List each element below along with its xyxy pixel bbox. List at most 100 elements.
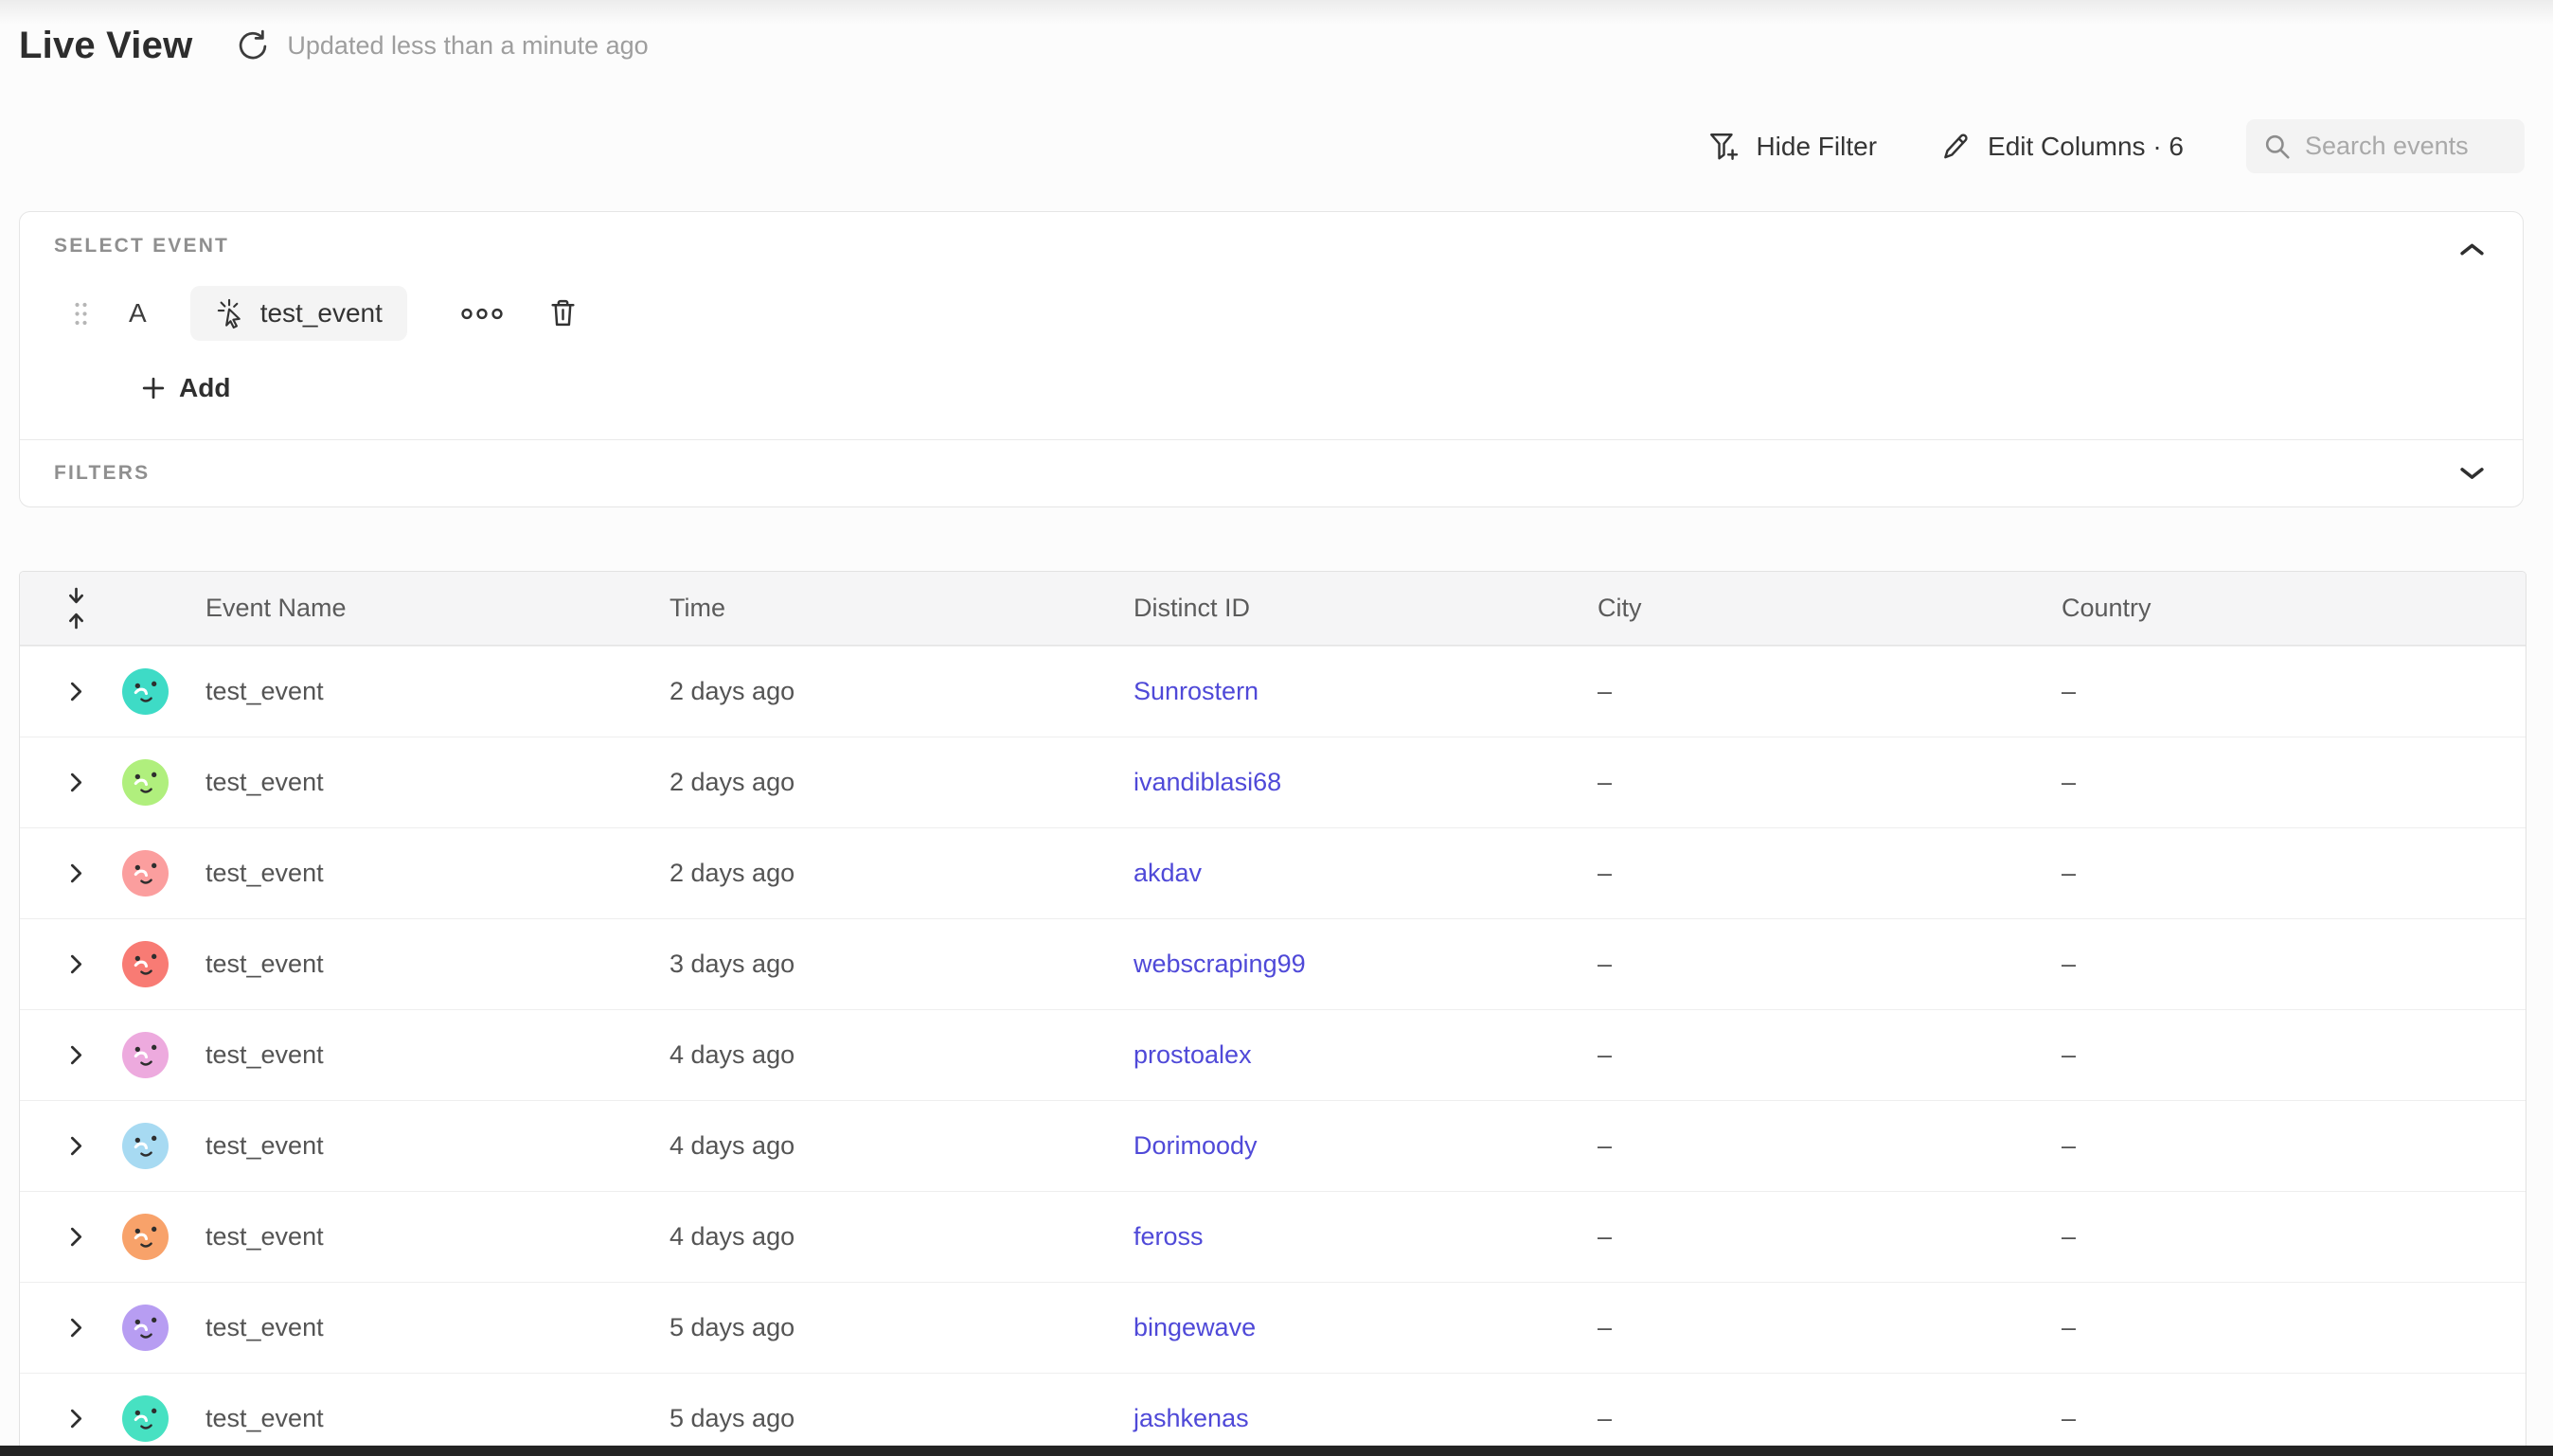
distinct-id-link[interactable]: webscraping99: [1134, 950, 1598, 979]
hide-filter-button[interactable]: Hide Filter: [1707, 131, 1877, 163]
refresh-button[interactable]: [234, 27, 272, 65]
time-cell: 2 days ago: [669, 677, 1134, 706]
city-cell: –: [1598, 1313, 2062, 1342]
table-row: test_event 2 days ago ivandiblasi68 – –: [20, 737, 2526, 827]
chevron-right-icon: [69, 1044, 83, 1066]
table-row: test_event 4 days ago feross – –: [20, 1191, 2526, 1282]
expand-row-button[interactable]: [63, 1129, 89, 1163]
page-title: Live View: [19, 25, 192, 67]
avatar[interactable]: [107, 1395, 205, 1442]
filters-section: FILTERS: [20, 440, 2523, 506]
expand-row-button[interactable]: [63, 1220, 89, 1253]
table-row: test_event 2 days ago akdav – –: [20, 827, 2526, 918]
time-cell: 2 days ago: [669, 768, 1134, 797]
pencil-icon: [1939, 131, 1972, 163]
page-header: Live View Updated less than a minute ago: [19, 25, 649, 67]
country-cell: –: [2062, 859, 2526, 888]
expand-row-button[interactable]: [63, 1402, 89, 1435]
query-builder-panel: SELECT EVENT A: [19, 211, 2524, 507]
hide-filter-label: Hide Filter: [1756, 132, 1877, 162]
distinct-id-link[interactable]: akdav: [1134, 859, 1598, 888]
time-cell: 2 days ago: [669, 859, 1134, 888]
event-name-cell: test_event: [205, 1313, 669, 1342]
distinct-id-link[interactable]: prostoalex: [1134, 1040, 1598, 1070]
avatar[interactable]: [107, 941, 205, 987]
select-event-section: SELECT EVENT A: [20, 212, 2523, 439]
country-cell: –: [2062, 1313, 2526, 1342]
event-name-cell: test_event: [205, 677, 669, 706]
city-cell: –: [1598, 1404, 2062, 1433]
event-more-menu-button[interactable]: [460, 307, 504, 321]
event-name-cell: test_event: [205, 1131, 669, 1161]
avatar[interactable]: [107, 1305, 205, 1351]
drag-handle[interactable]: [73, 301, 89, 327]
chevron-right-icon: [69, 772, 83, 793]
edit-columns-label: Edit Columns · 6: [1988, 132, 2184, 162]
table-row: test_event 3 days ago webscraping99 – –: [20, 918, 2526, 1009]
click-cursor-icon: [215, 298, 246, 329]
toolbar: Hide Filter Edit Columns · 6: [1707, 119, 2525, 173]
expand-row-button[interactable]: [63, 948, 89, 981]
time-cell: 5 days ago: [669, 1313, 1134, 1342]
add-event-button[interactable]: Add: [142, 373, 230, 403]
distinct-id-link[interactable]: Dorimoody: [1134, 1131, 1598, 1161]
city-cell: –: [1598, 1222, 2062, 1252]
collapse-all-rows-button[interactable]: [63, 587, 89, 630]
plus-icon: [142, 377, 165, 400]
column-header-city[interactable]: City: [1598, 594, 2062, 623]
avatar[interactable]: [107, 759, 205, 806]
refresh-icon: [235, 28, 271, 64]
events-table: Event Name Time Distinct ID City Country…: [19, 571, 2526, 1456]
collapse-rows-icon: [63, 587, 89, 630]
avatar[interactable]: [107, 1032, 205, 1078]
city-cell: –: [1598, 677, 2062, 706]
delete-event-button[interactable]: [549, 298, 577, 328]
column-header-time[interactable]: Time: [669, 594, 1134, 623]
distinct-id-link[interactable]: feross: [1134, 1222, 1598, 1252]
search-events-input[interactable]: [2305, 132, 2494, 161]
expand-row-button[interactable]: [63, 1311, 89, 1344]
column-header-distinct-id[interactable]: Distinct ID: [1134, 594, 1598, 623]
event-name-cell: test_event: [205, 1040, 669, 1070]
edit-columns-button[interactable]: Edit Columns · 6: [1939, 131, 2184, 163]
expand-row-button[interactable]: [63, 675, 89, 708]
avatar[interactable]: [107, 1214, 205, 1260]
table-header-row: Event Name Time Distinct ID City Country: [20, 572, 2526, 646]
event-name-cell: test_event: [205, 1404, 669, 1433]
country-cell: –: [2062, 677, 2526, 706]
expand-filters-button[interactable]: [2459, 467, 2485, 481]
table-row: test_event 5 days ago jashkenas – –: [20, 1373, 2526, 1456]
expand-row-button[interactable]: [63, 766, 89, 799]
distinct-id-link[interactable]: bingewave: [1134, 1313, 1598, 1342]
column-header-event-name[interactable]: Event Name: [205, 594, 669, 623]
search-icon: [2263, 133, 2292, 161]
chevron-right-icon: [69, 1408, 83, 1429]
time-cell: 4 days ago: [669, 1222, 1134, 1252]
distinct-id-link[interactable]: ivandiblasi68: [1134, 768, 1598, 797]
event-pill-label: test_event: [260, 298, 383, 328]
city-cell: –: [1598, 1040, 2062, 1070]
column-header-country[interactable]: Country: [2062, 594, 2526, 623]
time-cell: 4 days ago: [669, 1131, 1134, 1161]
city-cell: –: [1598, 768, 2062, 797]
time-cell: 3 days ago: [669, 950, 1134, 979]
distinct-id-link[interactable]: Sunrostern: [1134, 677, 1598, 706]
distinct-id-link[interactable]: jashkenas: [1134, 1404, 1598, 1433]
avatar[interactable]: [107, 668, 205, 715]
search-events-box[interactable]: [2246, 119, 2525, 173]
event-name-cell: test_event: [205, 859, 669, 888]
country-cell: –: [2062, 1040, 2526, 1070]
country-cell: –: [2062, 1131, 2526, 1161]
avatar[interactable]: [107, 850, 205, 897]
expand-row-button[interactable]: [63, 857, 89, 890]
drag-dots-icon: [73, 301, 89, 327]
add-button-label: Add: [179, 373, 230, 403]
chevron-right-icon: [69, 1226, 83, 1248]
filters-label: FILTERS: [54, 462, 150, 485]
collapse-select-event-button[interactable]: [2459, 242, 2485, 257]
expand-row-button[interactable]: [63, 1039, 89, 1072]
avatar[interactable]: [107, 1123, 205, 1169]
select-event-label: SELECT EVENT: [54, 235, 2489, 257]
event-select-pill[interactable]: test_event: [190, 286, 407, 341]
table-row: test_event 4 days ago Dorimoody – –: [20, 1100, 2526, 1191]
